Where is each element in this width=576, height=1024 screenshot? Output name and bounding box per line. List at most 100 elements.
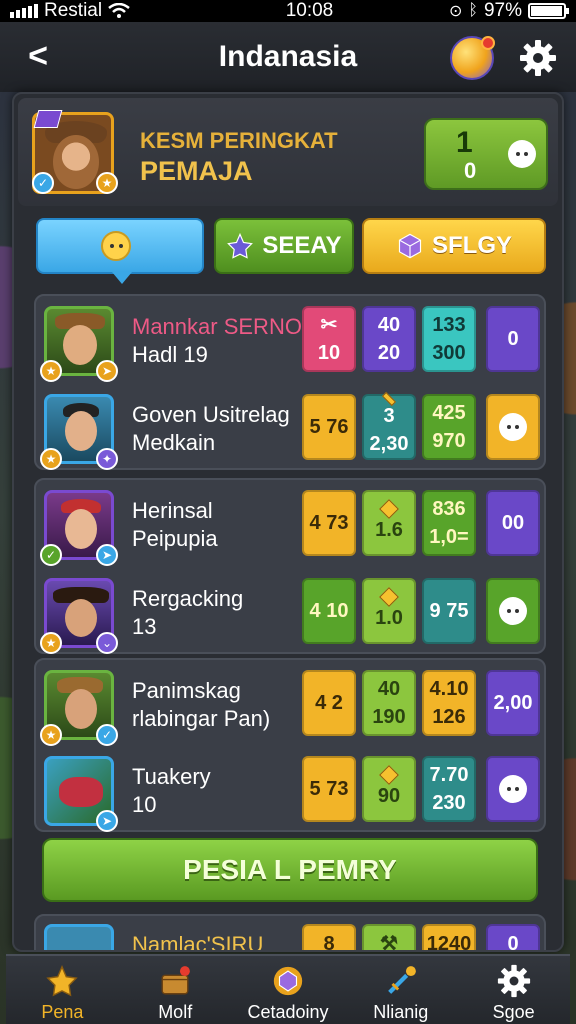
action-button[interactable]: PESIA L PEMRY — [42, 838, 538, 902]
stat-value: 4 10 — [309, 600, 349, 622]
settings-button[interactable] — [516, 36, 560, 80]
check-badge-icon: ✓ — [96, 724, 118, 746]
face-icon — [53, 135, 99, 189]
arrow-badge-icon: ➤ — [96, 810, 118, 832]
player-name: Tuakery — [132, 764, 211, 789]
stat-value: 0 — [507, 328, 519, 350]
stat-cell[interactable]: 00 — [486, 490, 540, 556]
nav-label: Molf — [158, 1002, 193, 1022]
check-badge-icon: ✓ — [40, 544, 62, 566]
chat-cell[interactable] — [486, 394, 540, 460]
bluetooth-icon: ᛒ — [468, 2, 478, 19]
table-row[interactable]: Namlac'SIRU 8 ⚒ 1240 0 — [36, 916, 548, 952]
stat-cell[interactable]: 3 2,30 — [362, 391, 416, 460]
table-row[interactable]: ➤ Tuakery 10 5 73 90 7.70 230 — [36, 748, 548, 834]
table-row[interactable]: ★ ⌄ Rergacking 13 4 10 1.0 9 75 — [36, 570, 548, 656]
nav-item-nlianig[interactable]: Nlianig — [344, 956, 457, 1024]
chat-bubble-icon — [499, 775, 527, 803]
player-name: Panimskag — [132, 678, 241, 703]
notification-dot-icon — [481, 36, 495, 50]
stat-value: 0 — [507, 933, 519, 952]
stat-cell[interactable]: 836 1,0= — [422, 490, 476, 556]
nav-item-cetadoiny[interactable]: Cetadoiny — [232, 956, 345, 1024]
face-icon — [65, 689, 97, 729]
stat-value: 8 — [323, 933, 335, 952]
stat-cell[interactable]: ⚒ — [362, 924, 416, 950]
tab-seeay[interactable]: SEEAY — [214, 218, 354, 274]
nav-label: Cetadoiny — [247, 1002, 329, 1022]
player-group: ✓ ➤ Herinsal Peipupia 4 73 1.6 836 1,0= … — [34, 478, 546, 654]
stat-value: 40 20 — [377, 314, 401, 364]
star-badge-icon: ★ — [40, 724, 62, 746]
tab-friends[interactable] — [36, 218, 204, 284]
stat-cell[interactable]: 5 73 — [302, 756, 356, 822]
stat-cell[interactable]: 8 — [302, 924, 356, 952]
score-top: 1 — [456, 126, 473, 159]
rank-ribbon-icon — [33, 110, 63, 128]
stat-cell[interactable]: 1.0 — [362, 578, 416, 644]
player-sub: Medkain — [132, 430, 216, 455]
bottom-nav: Pena Molf Cetadoiny Nlianig Sgoe — [6, 954, 570, 1024]
table-row[interactable]: ★ ✓ Panimskag rlabingar Pan) 4 2 40 190 … — [36, 662, 548, 748]
tab-sflgy[interactable]: SFLGY — [362, 218, 546, 274]
player-card: ✓ ★ KESM PERINGKAT PEMAJA 1 0 — [18, 98, 558, 206]
table-row[interactable]: ★ ✦ Goven Usitrelag Medkain 5 76 3 2,30 … — [36, 386, 548, 472]
stat-value: 40 190 — [372, 678, 406, 728]
stat-cell[interactable]: 90 — [362, 756, 416, 822]
stat-cell[interactable]: 1.6 — [362, 490, 416, 556]
stat-cell[interactable]: 0 — [486, 306, 540, 372]
stat-value: 1240 — [426, 933, 472, 952]
table-row[interactable]: ★ ➤ Mannkar SERNO Hadl 19 ✂ 10 40 20 133… — [36, 298, 548, 384]
stat-cell[interactable]: 4 10 — [302, 578, 356, 644]
nav-item-molf[interactable]: Molf — [119, 956, 232, 1024]
star-icon — [46, 965, 79, 997]
stat-cell[interactable]: 4.10 126 — [422, 670, 476, 736]
stat-cell[interactable]: 0 — [486, 924, 540, 952]
status-bar: Restial 10:08 ⊙ ᛒ 97% — [0, 0, 576, 22]
stat-cell[interactable]: 1240 — [422, 924, 476, 952]
tab-label: SFLGY — [431, 232, 512, 259]
stat-cell[interactable]: 425 970 — [422, 394, 476, 460]
player-name: Mannkar SERNO — [132, 314, 302, 339]
stat-value: 7.70 230 — [429, 764, 469, 814]
stat-cell[interactable]: 40 190 — [362, 670, 416, 736]
stat-cell[interactable]: 5 76 — [302, 394, 356, 460]
tab-label: SEEAY — [262, 232, 342, 259]
stat-value: 5 73 — [309, 778, 349, 800]
nav-item-pena[interactable]: Pena — [6, 956, 119, 1024]
stat-cell[interactable]: 7.70 230 — [422, 756, 476, 822]
star-badge-icon: ★ — [40, 632, 62, 654]
chat-cell[interactable] — [486, 578, 540, 644]
stat-value: 836 1,0= — [429, 498, 469, 548]
gem-shop-button[interactable] — [450, 36, 495, 80]
creature-icon — [59, 777, 103, 807]
stat-value: 5 76 — [309, 416, 349, 438]
arrow-badge-icon: ➤ — [96, 544, 118, 566]
stat-cell[interactable]: 9 75 — [422, 578, 476, 644]
chat-bubble-icon — [508, 140, 536, 168]
gem-badge-icon: ✦ — [96, 448, 118, 470]
chat-cell[interactable] — [486, 756, 540, 822]
table-row[interactable]: ✓ ➤ Herinsal Peipupia 4 73 1.6 836 1,0= … — [36, 482, 548, 568]
status-left: Restial — [10, 0, 210, 22]
chevron-badge-icon: ⌄ — [96, 632, 118, 654]
wifi-icon — [108, 3, 130, 18]
stat-cell[interactable]: 4 73 — [302, 490, 356, 556]
stat-cell[interactable]: 133 300 — [422, 306, 476, 372]
stat-value: 00 — [501, 512, 525, 534]
stat-cell[interactable]: 4 2 — [302, 670, 356, 736]
nav-item-sgoe[interactable]: Sgoe — [457, 956, 570, 1024]
stat-cell[interactable]: 40 20 — [362, 306, 416, 372]
player-score-box[interactable]: 1 0 — [424, 118, 548, 190]
player-name: Namlac'SIRU — [132, 932, 264, 952]
player-name: Goven Usitrelag — [132, 402, 290, 427]
stat-cell[interactable]: 2,00 — [486, 670, 540, 736]
player-sub: 13 — [132, 614, 157, 639]
stat-cell[interactable]: ✂ 10 — [302, 306, 356, 372]
carrier-label: Restial — [44, 0, 103, 21]
stat-value: 2,00 — [493, 692, 533, 714]
stat-value: 10 — [317, 342, 341, 364]
chat-bubble-icon — [499, 597, 527, 625]
star-badge-icon: ★ — [40, 448, 62, 470]
back-button[interactable]: < — [20, 36, 56, 76]
